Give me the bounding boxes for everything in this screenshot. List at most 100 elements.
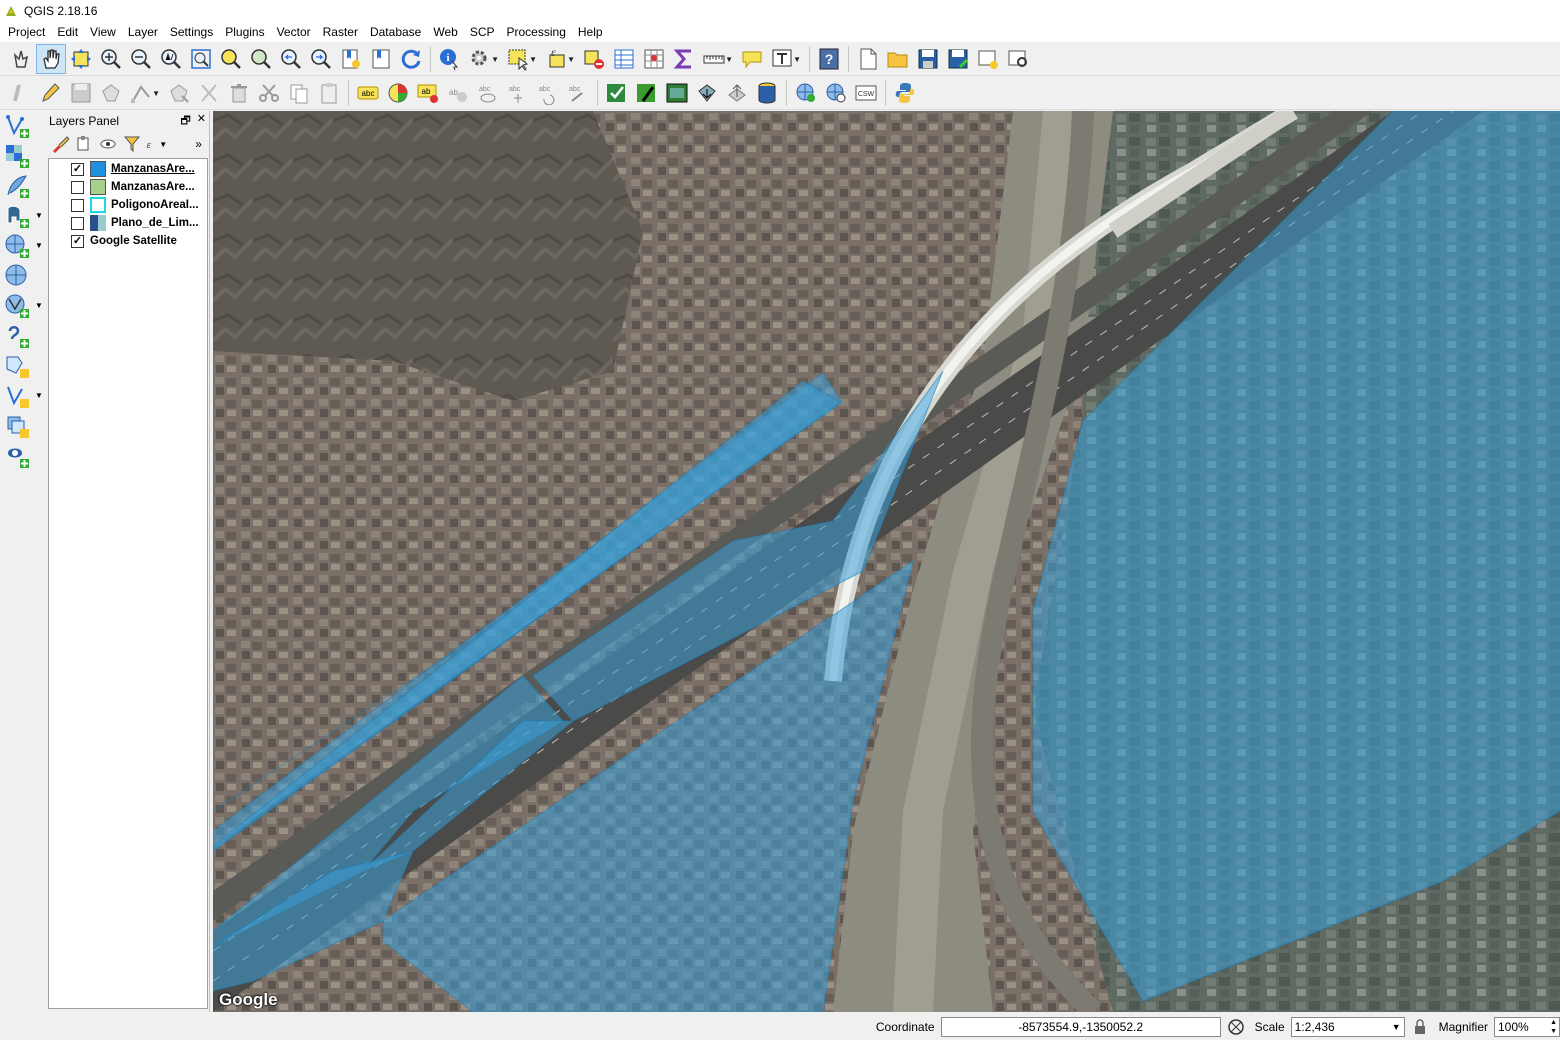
save-layer-edits-button[interactable] <box>66 78 96 108</box>
toggle-editing-button[interactable] <box>36 78 66 108</box>
layer-visibility-checkbox[interactable]: ✓ <box>71 234 84 248</box>
open-field-calculator-button[interactable] <box>639 44 669 74</box>
zoom-next-button[interactable] <box>306 44 336 74</box>
layer-visibility-checkbox[interactable] <box>71 216 84 230</box>
layer-row-poligono[interactable]: PoligonoAreaI... <box>49 196 207 214</box>
scp-classification-button[interactable] <box>662 78 692 108</box>
move-label-button[interactable]: abc <box>503 78 533 108</box>
expand-toolbar-button[interactable]: » <box>188 133 209 155</box>
pan-map-button[interactable] <box>36 43 66 74</box>
add-wcs-layer-button[interactable] <box>0 261 46 291</box>
zoom-native-button[interactable] <box>156 44 186 74</box>
csw-button[interactable]: CSW <box>851 78 881 108</box>
measure-line-button[interactable]: ▼ <box>699 44 733 74</box>
zoom-last-button[interactable] <box>276 44 306 74</box>
filter-legend-button[interactable] <box>121 133 142 155</box>
scale-combobox[interactable]: 1:2,436 ▼ <box>1290 1016 1405 1037</box>
database-manager-button[interactable] <box>752 78 782 108</box>
show-bookmarks-button[interactable] <box>366 44 396 74</box>
scp-roi-button[interactable] <box>632 78 662 108</box>
change-label-button[interactable]: abc <box>563 78 593 108</box>
paste-features-button[interactable] <box>314 78 344 108</box>
zoom-full-button[interactable] <box>186 44 216 74</box>
zoom-to-selection-button[interactable] <box>216 44 246 74</box>
chevron-down-icon[interactable]: ▼ <box>35 211 43 220</box>
add-spatialite-layer-button[interactable] <box>0 171 46 201</box>
add-raster-layer-button[interactable] <box>0 141 46 171</box>
new-project-button[interactable] <box>853 44 883 74</box>
layer-visibility-checkbox[interactable]: ✓ <box>71 162 84 176</box>
add-vector-layer-button[interactable] <box>0 111 46 141</box>
touch-zoom-button[interactable] <box>6 44 36 74</box>
pin-labels-button[interactable]: ab <box>413 78 443 108</box>
menu-view[interactable]: View <box>84 22 122 42</box>
chevron-down-icon[interactable]: ▼ <box>35 241 43 250</box>
layer-symbol[interactable] <box>90 179 106 195</box>
composer-manager-button[interactable] <box>1003 44 1033 74</box>
layer-name[interactable]: Google Satellite <box>90 235 206 247</box>
deselect-all-button[interactable] <box>579 44 609 74</box>
layer-name[interactable]: PoligonoAreaI... <box>111 199 203 211</box>
rotate-label-button[interactable]: abc <box>533 78 563 108</box>
magnifier-spinbox[interactable]: 100% ▲ ▼ <box>1494 1016 1560 1037</box>
layer-row-plano[interactable]: Plano_de_Lim... <box>49 214 207 232</box>
chevron-down-icon[interactable]: ▼ <box>567 55 575 64</box>
menu-processing[interactable]: Processing <box>501 22 572 42</box>
metasearch-results-button[interactable] <box>821 78 851 108</box>
layer-symbol[interactable] <box>90 161 106 177</box>
layer-visibility-checkbox[interactable] <box>71 198 84 212</box>
metasearch-button[interactable] <box>791 78 821 108</box>
layer-symbol[interactable] <box>90 197 106 213</box>
manage-map-themes-button[interactable] <box>98 133 119 155</box>
new-bookmark-button[interactable] <box>336 44 366 74</box>
highlight-pinned-labels-button[interactable]: ab <box>443 78 473 108</box>
zoom-out-button[interactable] <box>126 44 156 74</box>
close-icon[interactable]: ✕ <box>197 112 206 131</box>
diagram-options-button[interactable] <box>383 78 413 108</box>
spinner-arrows-icon[interactable]: ▲ ▼ <box>1550 1018 1557 1036</box>
python-console-button[interactable] <box>890 78 920 108</box>
menu-edit[interactable]: Edit <box>51 22 84 42</box>
new-spatialite-layer-button[interactable]: ▼ <box>0 381 46 411</box>
open-attribute-table-button[interactable] <box>609 44 639 74</box>
menu-vector[interactable]: Vector <box>271 22 317 42</box>
new-shapefile-layer-button[interactable] <box>0 351 46 381</box>
add-postgis-layer-button[interactable]: ▼ <box>0 201 46 231</box>
filter-by-expression-button[interactable]: ε ▼ <box>145 133 167 155</box>
layer-row-google-satellite[interactable]: ✓ Google Satellite <box>49 232 207 250</box>
trash-button[interactable] <box>224 78 254 108</box>
chevron-down-icon[interactable]: ▼ <box>529 55 537 64</box>
zoom-in-button[interactable] <box>96 44 126 74</box>
add-mssql-layer-button[interactable] <box>0 441 46 471</box>
show-hide-labels-button[interactable]: abc <box>473 78 503 108</box>
pan-to-selection-button[interactable] <box>66 44 96 74</box>
show-statistical-summary-button[interactable] <box>669 44 699 74</box>
add-wms-layer-button[interactable]: ▼ <box>0 231 46 261</box>
cut-features-button[interactable] <box>254 78 284 108</box>
add-group-button[interactable] <box>74 133 95 155</box>
chevron-down-icon[interactable]: ▼ <box>152 89 160 98</box>
chevron-down-icon[interactable]: ▼ <box>159 140 167 149</box>
menu-settings[interactable]: Settings <box>164 22 219 42</box>
zoom-to-layer-button[interactable] <box>246 44 276 74</box>
menu-layer[interactable]: Layer <box>122 22 164 42</box>
help-button[interactable]: ? <box>814 44 844 74</box>
raster-layer-icon[interactable] <box>90 215 106 231</box>
layer-name[interactable]: Plano_de_Lim... <box>111 217 203 229</box>
chevron-down-icon[interactable]: ▼ <box>35 391 43 400</box>
select-by-expression-button[interactable]: ε ▼ <box>541 44 575 74</box>
layer-labeling-options-button[interactable]: abc <box>353 78 383 108</box>
menu-plugins[interactable]: Plugins <box>219 22 270 42</box>
extents-toggle-icon[interactable] <box>1227 1018 1245 1036</box>
delete-selected-button[interactable] <box>194 78 224 108</box>
add-delimited-text-layer-button[interactable] <box>0 321 46 351</box>
layer-name[interactable]: ManzanasAre... <box>111 181 203 193</box>
coordinate-field[interactable]: -8573554.9,-1350052.2 <box>940 1016 1221 1037</box>
move-feature-button[interactable] <box>164 78 194 108</box>
add-wfs-layer-button[interactable]: ▼ <box>0 291 46 321</box>
identify-features-button[interactable]: i <box>435 44 465 74</box>
new-print-composer-button[interactable] <box>973 44 1003 74</box>
chevron-down-icon[interactable]: ▼ <box>725 55 733 64</box>
scp-upload-button[interactable] <box>722 78 752 108</box>
add-feature-button[interactable] <box>96 78 126 108</box>
